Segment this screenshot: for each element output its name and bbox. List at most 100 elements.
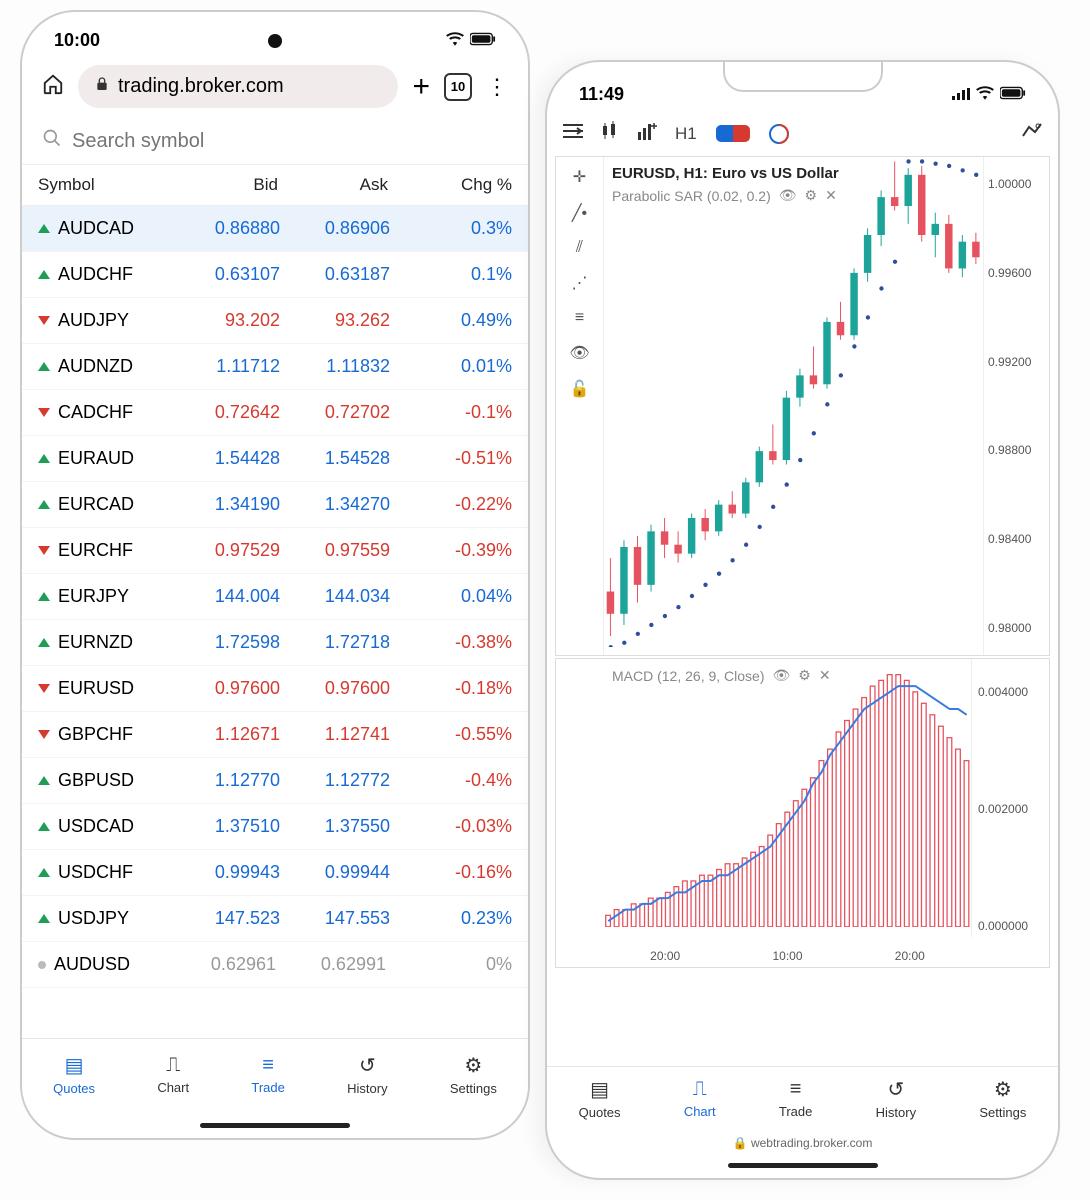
quote-row-AUDNZD[interactable]: AUDNZD1.117121.118320.01% [22, 344, 528, 390]
home-indicator[interactable] [728, 1163, 878, 1168]
quote-row-AUDUSD[interactable]: AUDUSD0.629610.629910% [22, 942, 528, 988]
parallel-channel-icon[interactable]: ⫽ [576, 239, 583, 257]
y-tick: 0.99600 [988, 266, 1045, 280]
y-tick: 0.99200 [988, 355, 1045, 369]
nav-label: Quotes [579, 1105, 621, 1120]
tab-count-button[interactable]: 10 [444, 73, 472, 101]
price-chart[interactable]: EURUSD, H1: Euro vs US Dollar Parabolic … [555, 156, 1050, 656]
wifi-icon [976, 84, 994, 105]
indicators-icon[interactable] [637, 122, 657, 145]
chart-type-candles-icon[interactable] [601, 121, 619, 146]
quote-row-EURCAD[interactable]: EURCAD1.341901.34270-0.22% [22, 482, 528, 528]
quote-row-AUDCHF[interactable]: AUDCHF0.631070.631870.1% [22, 252, 528, 298]
ask-value: 0.62991 [276, 954, 386, 975]
change-value: 0.01% [390, 356, 512, 377]
quote-row-EURJPY[interactable]: EURJPY144.004144.0340.04% [22, 574, 528, 620]
toggle-panel-icon[interactable] [563, 123, 583, 144]
quote-row-EURNZD[interactable]: EURNZD1.725981.72718-0.38% [22, 620, 528, 666]
link-charts-icon[interactable] [715, 124, 751, 143]
quote-row-GBPCHF[interactable]: GBPCHF1.126711.12741-0.55% [22, 712, 528, 758]
ask-value: 1.12741 [280, 724, 390, 745]
nav-tab-settings[interactable]: ⚙Settings [979, 1077, 1026, 1120]
direction-down-icon [38, 730, 50, 739]
new-tab-icon[interactable]: + [412, 70, 430, 104]
indicator-settings-icon[interactable]: ⚙ [805, 187, 818, 204]
symbol-name: EURAUD [58, 448, 170, 469]
ask-value: 0.97559 [280, 540, 390, 561]
quotes-icon: ▤ [590, 1077, 609, 1102]
ask-value: 0.97600 [280, 678, 390, 699]
change-value: -0.03% [390, 816, 512, 837]
nav-tab-trade[interactable]: ≡Trade [251, 1054, 284, 1095]
nav-tab-history[interactable]: ↺History [876, 1077, 916, 1120]
direction-up-icon [38, 868, 50, 877]
y-tick: 0.000000 [978, 919, 1043, 933]
polyline-icon[interactable]: ⋰ [572, 273, 588, 293]
nav-tab-chart[interactable]: ⎍Chart [157, 1054, 189, 1095]
cellular-icon [952, 84, 970, 105]
crosshair-icon[interactable]: ✛ [573, 167, 586, 187]
quote-row-EURUSD[interactable]: EURUSD0.976000.97600-0.18% [22, 666, 528, 712]
remove-indicator-icon[interactable]: ✕ [825, 187, 837, 204]
col-ask: Ask [278, 175, 388, 195]
levels-icon[interactable]: ≡ [575, 309, 584, 327]
nav-tab-quotes[interactable]: ▤ Quotes [579, 1077, 621, 1120]
history-icon: ↺ [359, 1053, 376, 1078]
quote-row-AUDJPY[interactable]: AUDJPY93.20293.2620.49% [22, 298, 528, 344]
bid-value: 1.12671 [170, 724, 280, 745]
direction-down-icon [38, 316, 50, 325]
nav-label: Settings [450, 1081, 497, 1096]
nav-label: Settings [979, 1105, 1026, 1120]
home-indicator[interactable] [200, 1123, 350, 1128]
quote-row-EURCHF[interactable]: EURCHF0.975290.97559-0.39% [22, 528, 528, 574]
quote-row-AUDCAD[interactable]: AUDCAD0.868800.869060.3% [22, 206, 528, 252]
quote-row-EURAUD[interactable]: EURAUD1.544281.54528-0.51% [22, 436, 528, 482]
nav-label: Chart [157, 1080, 189, 1095]
trendline-icon[interactable]: ╱• [572, 203, 587, 223]
nav-tab-trade[interactable]: ≡Trade [779, 1078, 812, 1119]
macd-panel[interactable]: MACD (12, 26, 9, Close) 👁 ⚙ ✕ 0.0040000.… [555, 658, 1050, 968]
nav-tab-settings[interactable]: ⚙Settings [450, 1053, 497, 1096]
lock-icon[interactable]: 🔓 [570, 379, 590, 399]
bid-value: 1.54428 [170, 448, 280, 469]
home-icon[interactable] [42, 73, 64, 101]
y-tick: 0.004000 [978, 685, 1043, 699]
bid-value: 147.523 [170, 908, 280, 929]
trade-icon: ≡ [262, 1054, 274, 1077]
search-input[interactable] [72, 130, 508, 153]
visibility-icon[interactable]: 👁 [569, 343, 589, 363]
bid-value: 0.99943 [170, 862, 280, 883]
remove-indicator-icon[interactable]: ✕ [819, 667, 831, 684]
nav-label: History [876, 1105, 916, 1120]
symbol-name: USDJPY [58, 908, 170, 929]
bid-value: 0.86880 [170, 218, 280, 239]
direction-down-icon [38, 408, 50, 417]
visibility-toggle-icon[interactable]: 👁 [773, 667, 791, 684]
nav-tab-quotes[interactable]: ▤Quotes [53, 1053, 95, 1096]
timeframe-selector[interactable]: H1 [675, 124, 697, 144]
visibility-toggle-icon[interactable]: 👁 [779, 187, 797, 204]
wifi-icon [446, 30, 464, 51]
macd-plot [604, 659, 971, 927]
indicator-settings-icon[interactable]: ⚙ [798, 667, 811, 684]
bid-value: 1.37510 [170, 816, 280, 837]
address-field[interactable]: trading.broker.com [78, 65, 398, 108]
y-tick: 0.98800 [988, 443, 1045, 457]
direction-up-icon [38, 638, 50, 647]
color-theme-icon[interactable] [769, 124, 789, 144]
quote-row-GBPUSD[interactable]: GBPUSD1.127701.12772-0.4% [22, 758, 528, 804]
quote-row-USDCHF[interactable]: USDCHF0.999430.99944-0.16% [22, 850, 528, 896]
nav-tab-history[interactable]: ↺History [347, 1053, 387, 1096]
x-tick: 20:00 [650, 949, 680, 963]
drawing-tools-icon[interactable] [1022, 122, 1042, 145]
quotes-table-body: AUDCAD0.868800.869060.3%AUDCHF0.631070.6… [22, 206, 528, 988]
quote-row-CADCHF[interactable]: CADCHF0.726420.72702-0.1% [22, 390, 528, 436]
chart-icon: ⎍ [693, 1078, 707, 1101]
quote-row-USDCAD[interactable]: USDCAD1.375101.37550-0.03% [22, 804, 528, 850]
bid-value: 144.004 [170, 586, 280, 607]
quote-row-USDJPY[interactable]: USDJPY147.523147.5530.23% [22, 896, 528, 942]
ask-value: 1.12772 [280, 770, 390, 791]
nav-tab-chart[interactable]: ⎍Chart [684, 1078, 716, 1119]
chart-side-toolbar: ✛ ╱• ⫽ ⋰ ≡ 👁 🔓 [556, 157, 604, 655]
overflow-menu-icon[interactable]: ⋮ [486, 74, 508, 100]
